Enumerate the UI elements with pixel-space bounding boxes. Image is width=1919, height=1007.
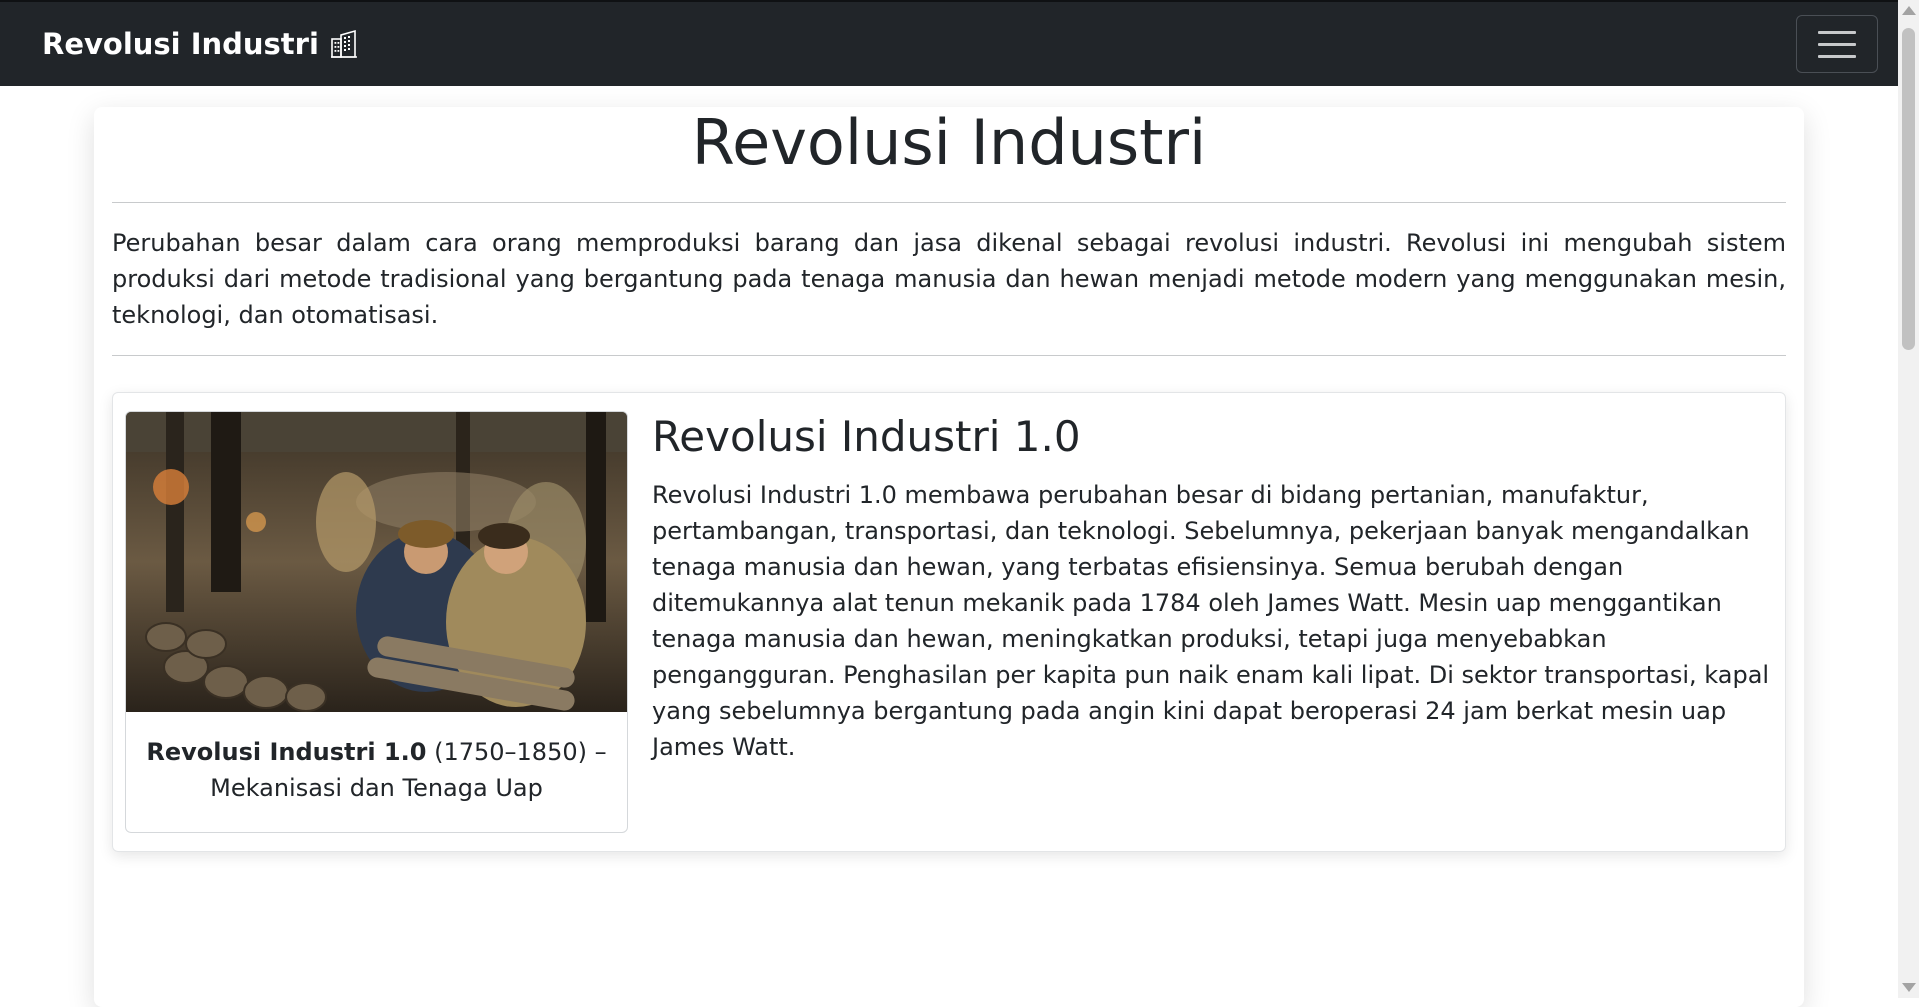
buildings-icon xyxy=(329,29,359,59)
section-title: Revolusi Industri 1.0 xyxy=(652,412,1081,461)
hamburger-menu-icon[interactable] xyxy=(1796,15,1878,73)
navbar: Revolusi Industri xyxy=(0,0,1898,86)
brand-label: Revolusi Industri xyxy=(42,27,319,61)
divider-bottom xyxy=(112,355,1786,356)
intro-paragraph: Perubahan besar dalam cara orang memprod… xyxy=(112,229,1786,329)
main-content-card: Revolusi Industri Perubahan besar dalam … xyxy=(94,107,1804,1007)
scroll-down-icon[interactable] xyxy=(1902,983,1916,992)
factory-painting-image xyxy=(126,412,627,712)
section-text: Revolusi Industri 1.0 membawa perubahan … xyxy=(652,481,1770,761)
section-body: Revolusi Industri 1.0 Revolusi Industri … xyxy=(652,411,1773,833)
vertical-scrollbar[interactable] xyxy=(1898,0,1919,998)
page-title: Revolusi Industri xyxy=(691,106,1207,179)
caption-bold: Revolusi Industri 1.0 xyxy=(146,738,427,766)
scrollbar-thumb[interactable] xyxy=(1902,28,1915,350)
section-card-revolusi-1: Revolusi Industri 1.0 (1750–1850) – Meka… xyxy=(112,392,1786,852)
figure-caption: Revolusi Industri 1.0 (1750–1850) – Meka… xyxy=(126,712,627,806)
figure-card: Revolusi Industri 1.0 (1750–1850) – Meka… xyxy=(125,411,628,833)
navbar-brand[interactable]: Revolusi Industri xyxy=(42,27,359,61)
scroll-up-icon[interactable] xyxy=(1902,6,1916,15)
